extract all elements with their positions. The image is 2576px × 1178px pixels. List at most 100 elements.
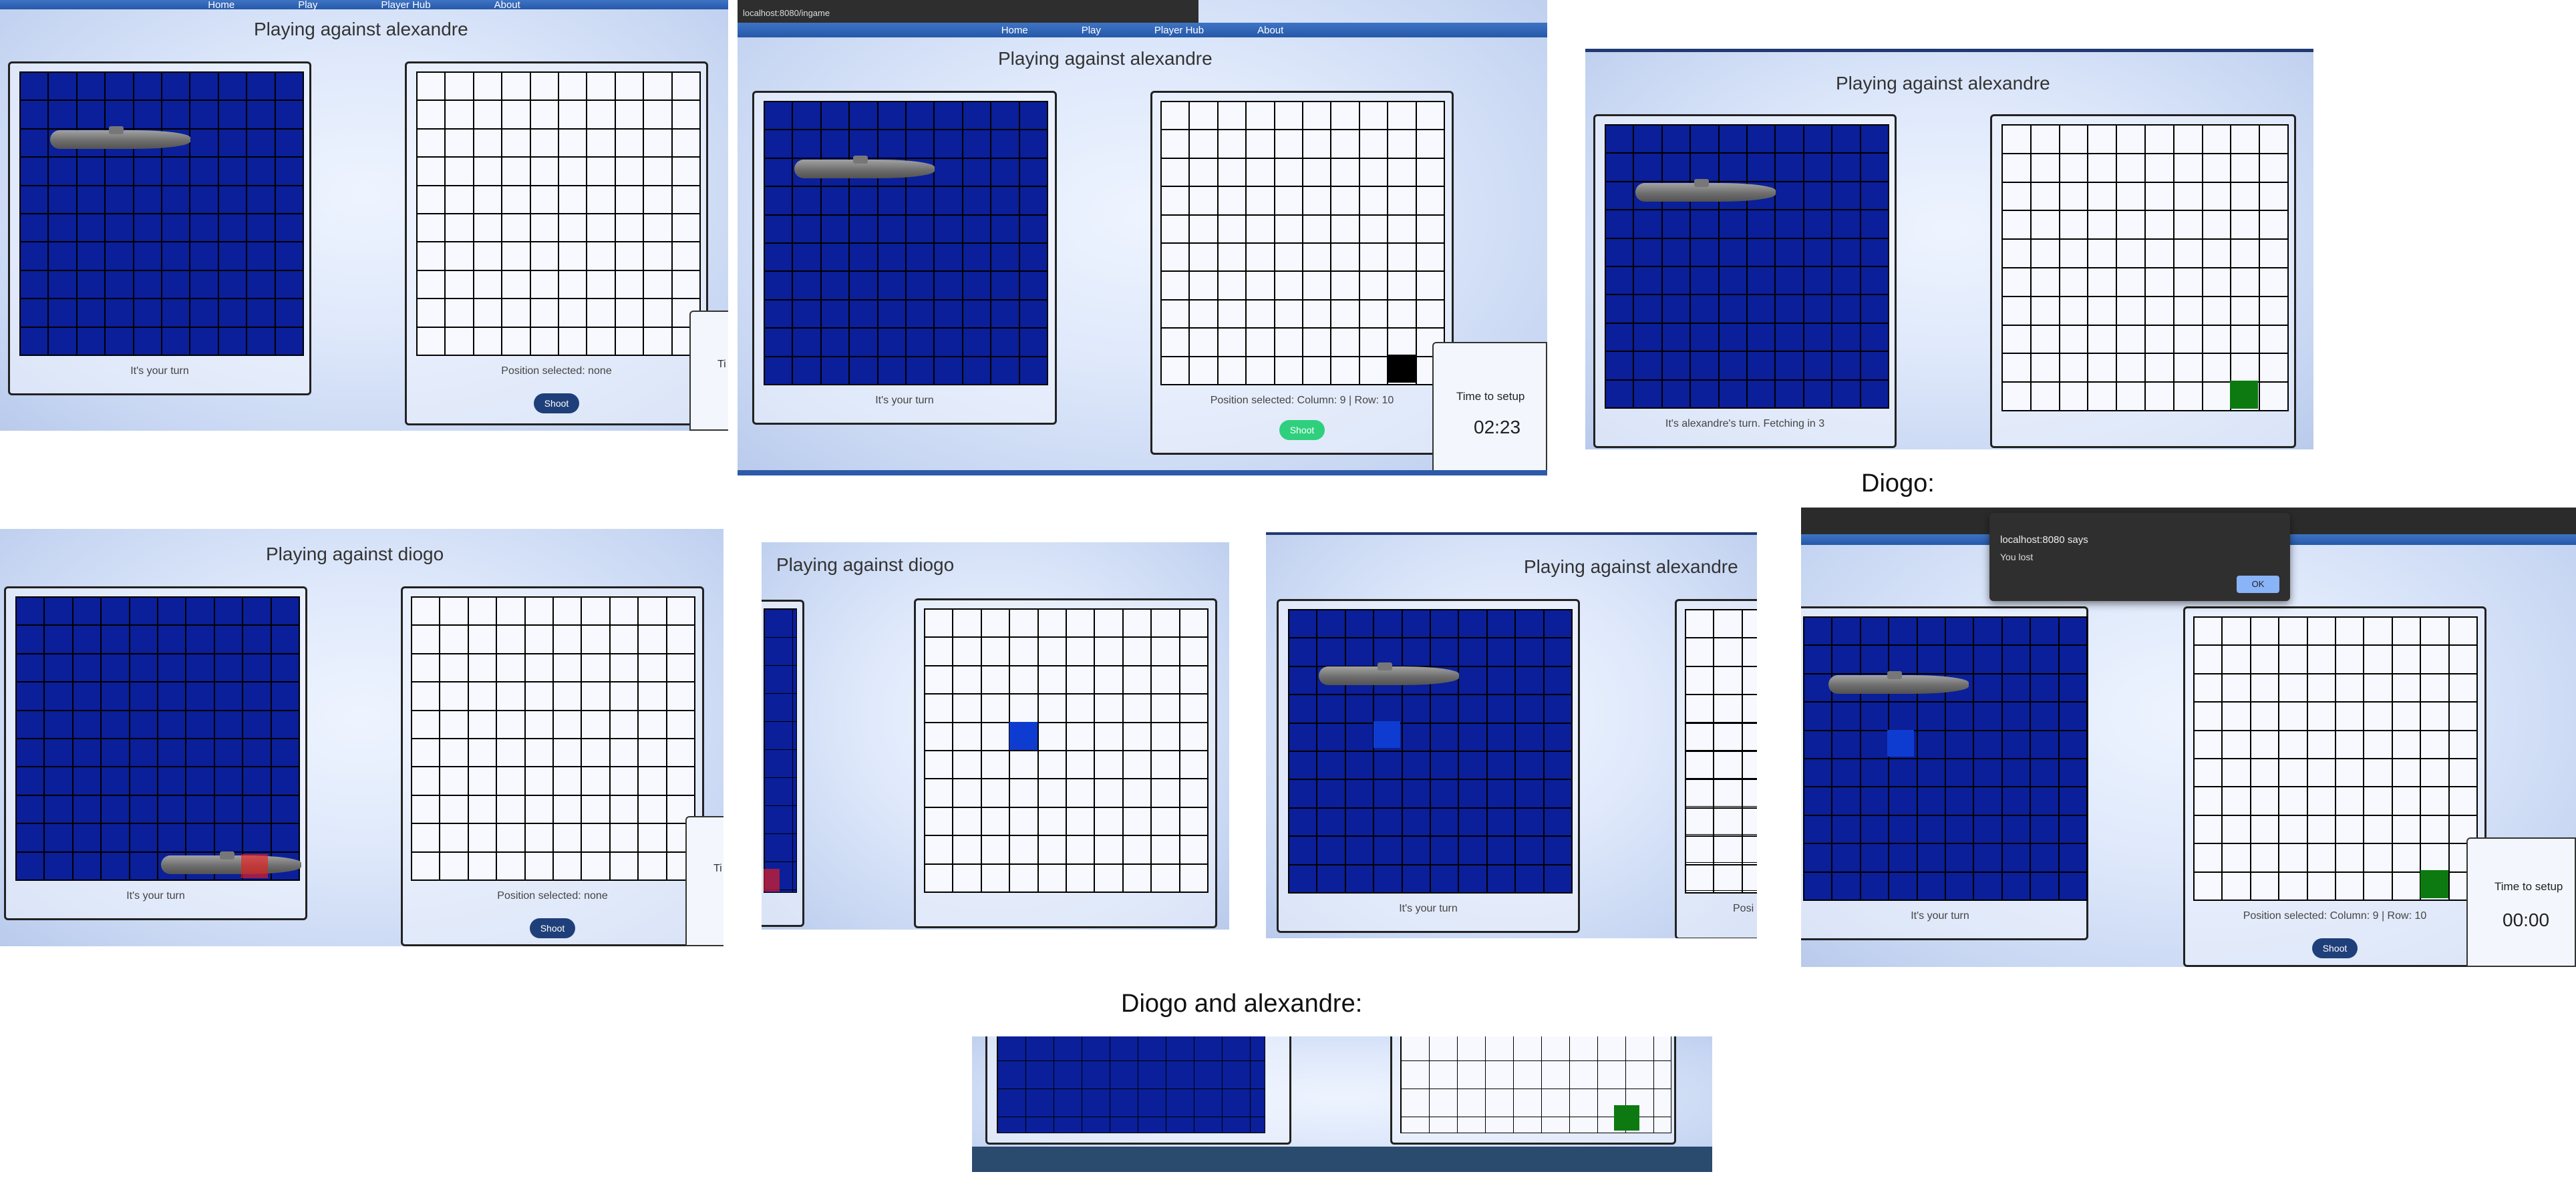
board-cell[interactable] xyxy=(2202,267,2231,297)
board-cell[interactable] xyxy=(2202,296,2231,325)
board-cell[interactable] xyxy=(1151,863,1180,892)
board-cell[interactable] xyxy=(473,299,502,327)
board-cell[interactable] xyxy=(1094,835,1123,864)
board-cell[interactable] xyxy=(496,795,525,824)
board-cell[interactable] xyxy=(671,72,700,101)
board-cell[interactable] xyxy=(2144,239,2174,268)
board-cell[interactable] xyxy=(2002,239,2031,268)
board-cell[interactable] xyxy=(2116,182,2145,211)
board-cell[interactable] xyxy=(1685,807,1714,837)
board-cell[interactable] xyxy=(666,767,695,795)
board-cell[interactable] xyxy=(2420,815,2449,844)
board-cell[interactable] xyxy=(2059,153,2088,182)
board-cell[interactable] xyxy=(553,625,582,654)
board-cell[interactable] xyxy=(1161,243,1190,272)
board-cell[interactable] xyxy=(2364,843,2392,872)
board-cell[interactable] xyxy=(2259,353,2288,383)
board-cell[interactable] xyxy=(496,682,525,711)
board-cell[interactable] xyxy=(1685,666,1714,695)
board-cell[interactable] xyxy=(587,128,615,158)
board-cell[interactable] xyxy=(2222,673,2251,703)
board-cell[interactable] xyxy=(2059,267,2088,297)
board-cell[interactable] xyxy=(615,72,644,101)
board-cell[interactable] xyxy=(473,100,502,129)
board-cell[interactable] xyxy=(1331,102,1359,130)
opponent-board-grid[interactable] xyxy=(416,71,701,356)
board-cell[interactable] xyxy=(2336,759,2364,787)
board-cell[interactable] xyxy=(1189,328,1218,357)
board-cell[interactable] xyxy=(1714,610,1742,638)
board-cell[interactable] xyxy=(502,72,530,101)
board-cell[interactable] xyxy=(473,157,502,186)
board-cell[interactable] xyxy=(1331,130,1359,158)
board-cell[interactable] xyxy=(638,767,667,795)
board-cell[interactable] xyxy=(581,710,610,739)
board-cell[interactable] xyxy=(1094,751,1123,779)
board-cell[interactable] xyxy=(2088,239,2117,268)
board-cell[interactable] xyxy=(2144,267,2174,297)
board-cell[interactable] xyxy=(925,835,953,864)
board-cell[interactable] xyxy=(2448,673,2477,703)
board-cell[interactable] xyxy=(1331,243,1359,272)
board-cell[interactable] xyxy=(502,270,530,299)
board-cell[interactable] xyxy=(2222,843,2251,872)
board-cell[interactable] xyxy=(553,710,582,739)
board-cell[interactable] xyxy=(530,72,558,101)
board-cell[interactable] xyxy=(1217,271,1247,300)
board-cell[interactable] xyxy=(1359,130,1388,158)
board-cell[interactable] xyxy=(1037,665,1066,695)
board-cell[interactable] xyxy=(1066,694,1095,723)
dialog-ok-button[interactable]: OK xyxy=(2237,576,2279,593)
board-cell[interactable] xyxy=(502,185,530,214)
board-cell[interactable] xyxy=(1179,722,1208,751)
board-cell[interactable] xyxy=(412,851,440,880)
board-cell[interactable] xyxy=(2259,296,2288,325)
board-cell[interactable] xyxy=(2088,382,2117,411)
board-cell[interactable] xyxy=(615,270,644,299)
board-cell[interactable] xyxy=(981,609,1010,638)
board-cell[interactable] xyxy=(1416,158,1444,187)
board-cell[interactable] xyxy=(671,242,700,270)
board-cell[interactable] xyxy=(1179,751,1208,779)
board-cell[interactable] xyxy=(1161,214,1190,243)
board-cell[interactable] xyxy=(412,710,440,739)
board-cell[interactable] xyxy=(2088,153,2117,182)
board-cell[interactable] xyxy=(1189,243,1218,272)
board-cell[interactable] xyxy=(2250,673,2279,703)
board-cell[interactable] xyxy=(666,682,695,711)
board-cell[interactable] xyxy=(953,637,981,666)
shoot-button[interactable]: Shoot xyxy=(2312,938,2358,958)
board-cell[interactable] xyxy=(2002,325,2031,354)
board-cell[interactable] xyxy=(1066,779,1095,807)
board-cell[interactable] xyxy=(1037,863,1066,892)
nav-home[interactable]: Home xyxy=(208,0,234,11)
board-cell[interactable] xyxy=(953,835,981,864)
board-cell[interactable] xyxy=(553,597,582,626)
board-cell[interactable] xyxy=(473,327,502,355)
board-cell[interactable] xyxy=(1303,271,1331,300)
board-cell[interactable] xyxy=(609,851,639,880)
board-cell[interactable] xyxy=(2173,353,2203,383)
opponent-board-grid-partial[interactable] xyxy=(1685,609,1757,894)
board-cell[interactable] xyxy=(496,739,525,767)
board-cell[interactable] xyxy=(524,625,553,654)
board-cell[interactable] xyxy=(2364,759,2392,787)
board-cell[interactable] xyxy=(643,270,672,299)
shoot-button[interactable]: Shoot xyxy=(530,918,575,938)
board-cell[interactable] xyxy=(1416,186,1444,215)
board-cell[interactable] xyxy=(2231,210,2260,240)
board-cell[interactable] xyxy=(1303,299,1331,329)
board-cell[interactable] xyxy=(2250,843,2279,872)
board-cell[interactable] xyxy=(2144,210,2174,240)
board-cell[interactable] xyxy=(1685,638,1714,666)
board-cell[interactable] xyxy=(643,214,672,242)
board-cell[interactable] xyxy=(1388,130,1416,158)
board-cell[interactable] xyxy=(502,100,530,129)
board-cell[interactable] xyxy=(2364,787,2392,815)
board-cell[interactable] xyxy=(2231,267,2260,297)
board-cell[interactable] xyxy=(1685,610,1714,638)
board-cell[interactable] xyxy=(468,851,497,880)
board-cell[interactable] xyxy=(1009,637,1038,666)
board-cell[interactable] xyxy=(2231,353,2260,383)
board-cell[interactable] xyxy=(1037,637,1066,666)
